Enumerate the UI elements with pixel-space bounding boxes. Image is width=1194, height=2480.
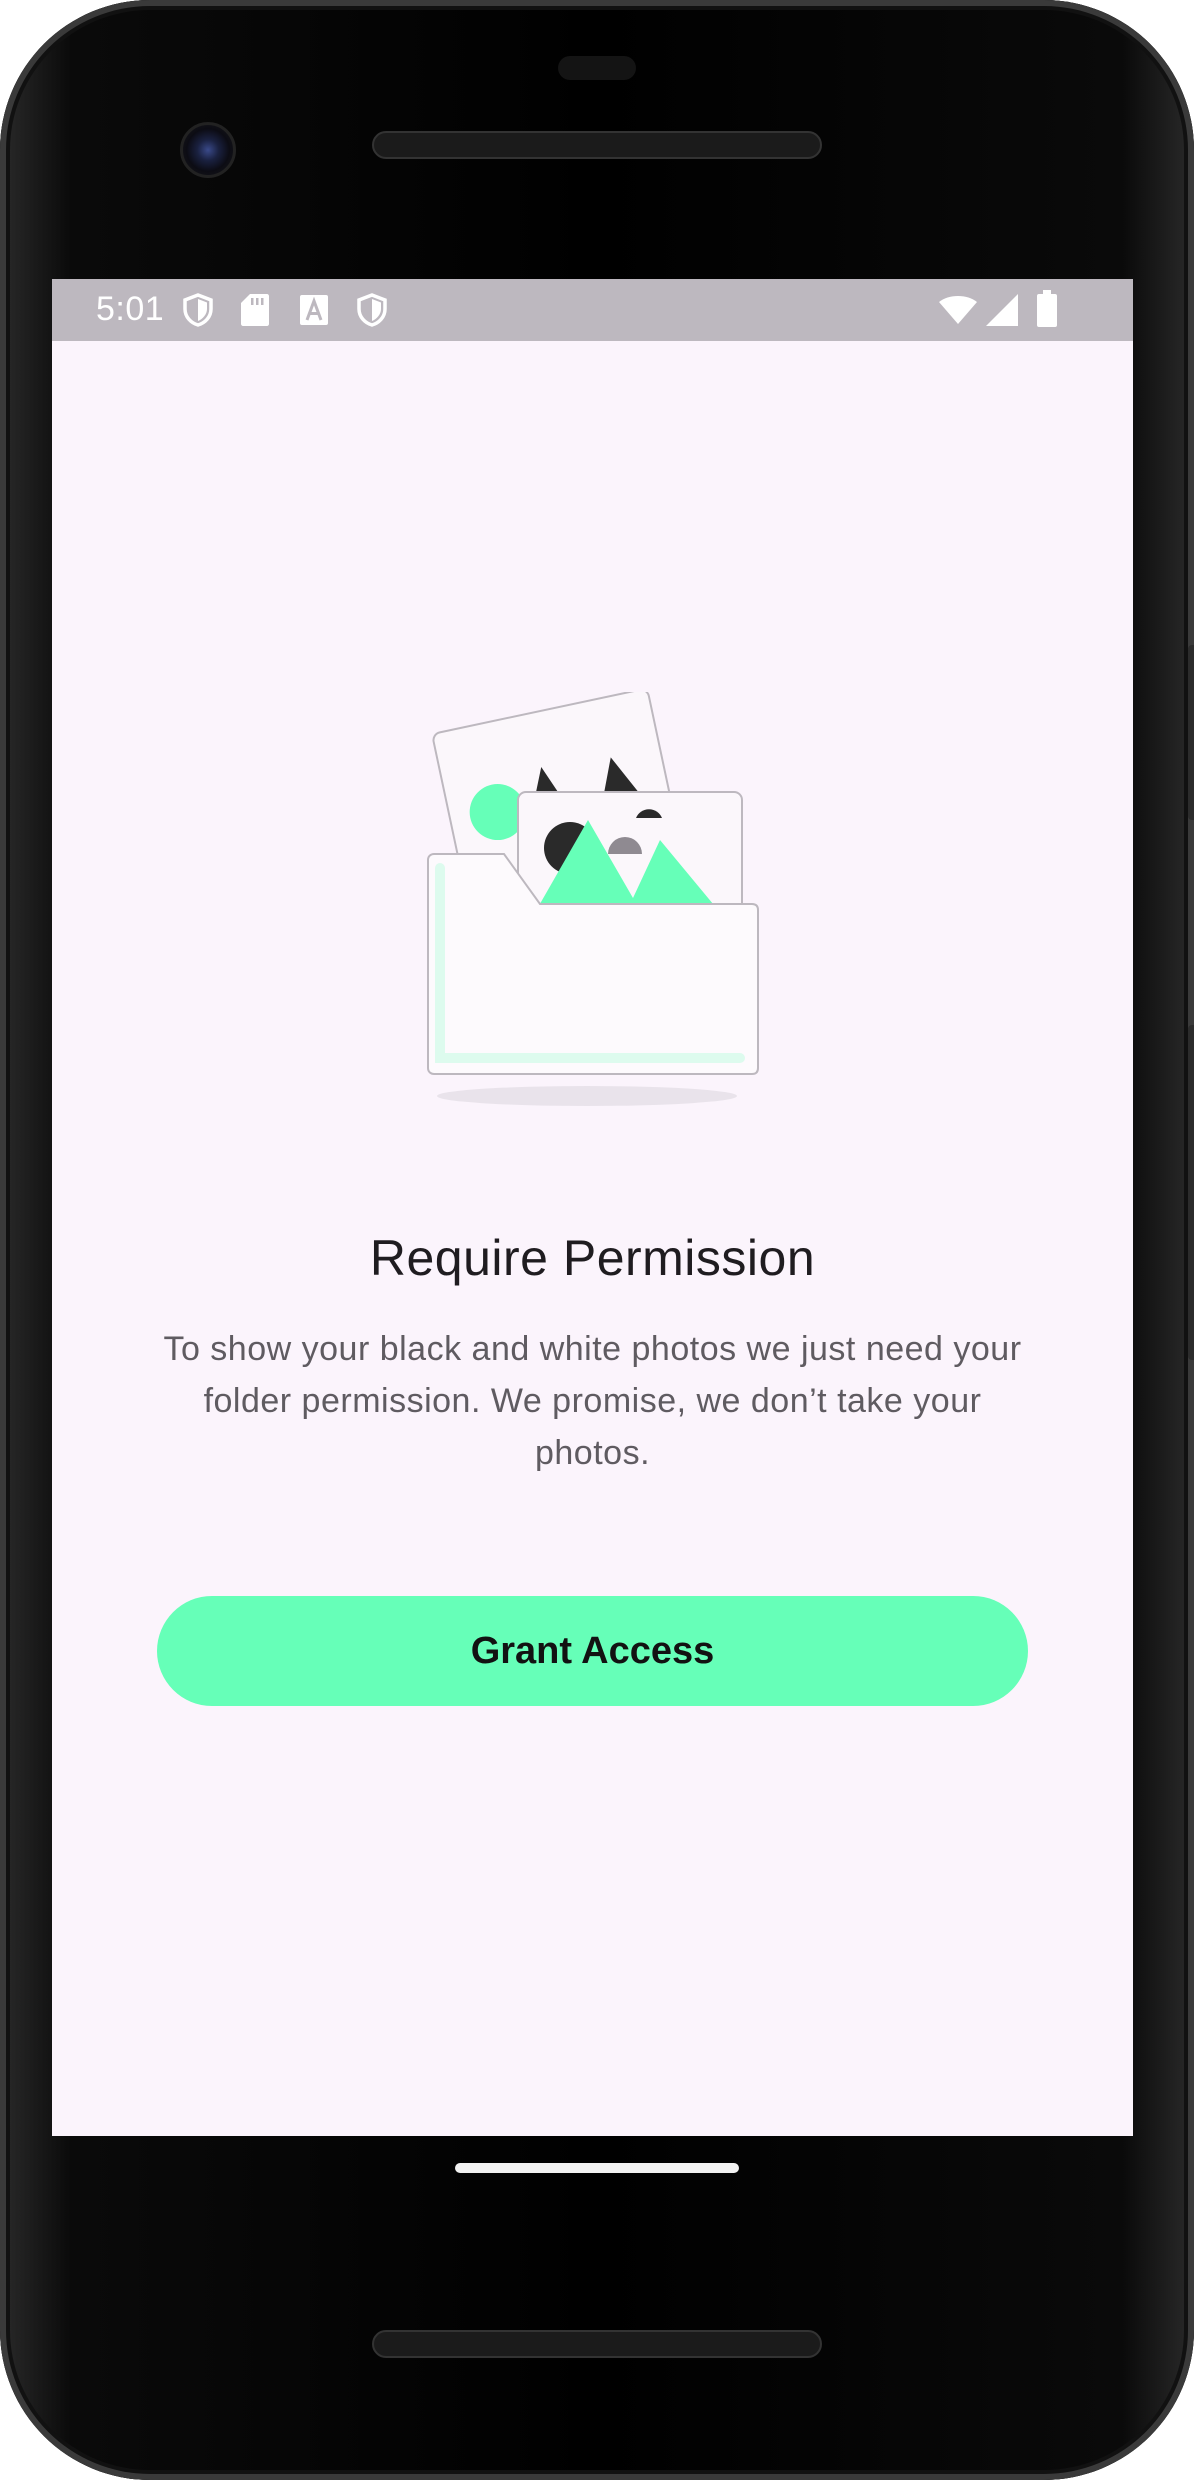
battery-icon — [1037, 290, 1057, 327]
signal-icon — [986, 294, 1018, 326]
home-gesture-bar[interactable] — [455, 2163, 739, 2173]
folder-photos-illustration — [427, 692, 759, 1106]
proximity-sensor — [558, 56, 636, 80]
permission-content: Require Permission To show your black an… — [52, 341, 1133, 2136]
sd-card-icon — [241, 294, 269, 326]
app-screen: 5:01 Require Permission To show your bla… — [52, 279, 1133, 2136]
earpiece-speaker — [372, 131, 822, 159]
grant-access-button[interactable]: Grant Access — [157, 1596, 1028, 1706]
page-title: Require Permission — [369, 1230, 816, 1286]
permission-description: To show your black and white photos we j… — [163, 1330, 1022, 1472]
front-camera — [180, 122, 236, 178]
volume-button — [1188, 1025, 1194, 1360]
shield-icon — [183, 293, 213, 327]
shield-icon — [357, 293, 387, 327]
font-a-icon — [300, 295, 328, 325]
wifi-icon — [939, 296, 977, 324]
phone-frame: 5:01 Require Permission To show your bla… — [0, 0, 1194, 2480]
status-time: 5:01 — [96, 290, 165, 328]
power-button — [1188, 645, 1194, 820]
status-bar: 5:01 — [52, 279, 1133, 341]
bottom-speaker — [372, 2330, 822, 2358]
